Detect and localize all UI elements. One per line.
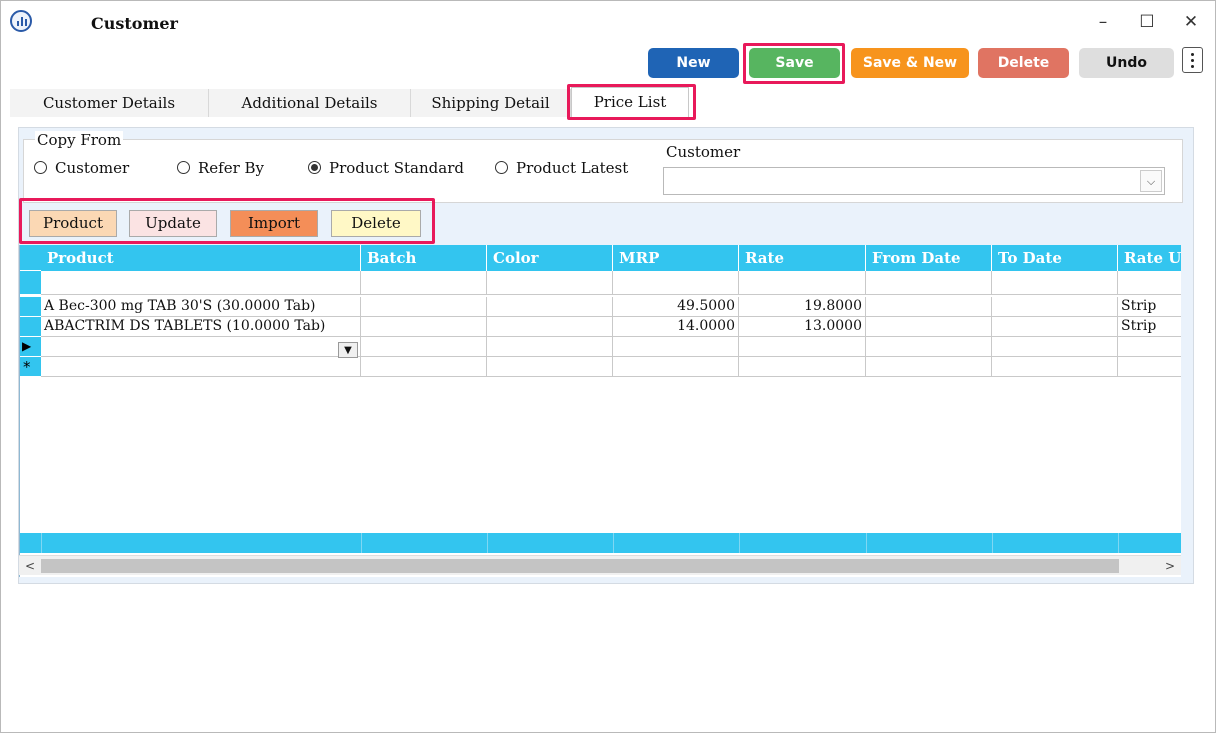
column-header-product[interactable]: Product (41, 245, 361, 271)
tab-customer-details[interactable]: Customer Details (10, 89, 209, 117)
grid-cell[interactable] (487, 317, 613, 337)
grid-cell[interactable]: A Bec-300 mg TAB 30'S (30.0000 Tab) (41, 297, 361, 317)
column-header-to-date[interactable]: To Date (992, 245, 1118, 271)
grid-cell[interactable] (739, 271, 866, 295)
radio-product-standard-label: Product Standard (329, 159, 464, 177)
grid-cell[interactable] (992, 357, 1118, 377)
grid-cell[interactable] (361, 317, 487, 337)
copy-from-legend: Copy From (35, 131, 124, 149)
grid-cell[interactable] (361, 337, 487, 357)
grid-cell[interactable] (992, 317, 1118, 337)
new-button[interactable]: New (648, 48, 739, 78)
current-row-icon: ▶ (22, 339, 32, 353)
grid-cell[interactable] (992, 337, 1118, 357)
scroll-left-icon[interactable]: < (21, 557, 39, 575)
minimize-icon[interactable]: – (1088, 10, 1118, 34)
grid-cell[interactable] (41, 337, 361, 357)
grid-cell[interactable] (866, 317, 992, 337)
delete-button[interactable]: Delete (978, 48, 1069, 78)
product-button[interactable]: Product (29, 210, 117, 237)
chevron-down-icon[interactable]: ⌵ (1140, 170, 1162, 192)
grid-cell[interactable] (1118, 357, 1181, 377)
grid-cell[interactable] (992, 297, 1118, 317)
radio-product-standard[interactable]: Product Standard (308, 159, 464, 177)
grid-cell[interactable] (866, 271, 992, 295)
radio-product-latest-circle (495, 161, 508, 174)
column-header-batch[interactable]: Batch (361, 245, 487, 271)
title-bar: Customer – ☐ ✕ (1, 1, 1215, 43)
row-header[interactable] (20, 317, 41, 337)
radio-customer-circle (34, 161, 47, 174)
grid-cell[interactable] (487, 297, 613, 317)
radio-refer-by-label: Refer By (198, 159, 265, 177)
save-and-new-button[interactable]: Save & New (851, 48, 969, 78)
grid-cell[interactable] (361, 357, 487, 377)
radio-product-latest[interactable]: Product Latest (495, 159, 628, 177)
grid-cell[interactable] (866, 297, 992, 317)
grid-cell[interactable] (613, 357, 739, 377)
grid-cell[interactable] (361, 297, 487, 317)
scroll-thumb[interactable] (41, 559, 1119, 573)
radio-product-latest-label: Product Latest (516, 159, 629, 177)
grid-cell[interactable] (739, 357, 866, 377)
grid-cell[interactable] (41, 271, 361, 295)
close-icon[interactable]: ✕ (1176, 10, 1206, 34)
grid-cell[interactable] (41, 357, 361, 377)
grid-cell[interactable]: 19.8000 (739, 297, 866, 317)
radio-product-standard-circle (308, 161, 321, 174)
grid-cell[interactable] (487, 357, 613, 377)
undo-button[interactable]: Undo (1079, 48, 1174, 78)
grid-cell[interactable] (613, 337, 739, 357)
grid-cell[interactable] (866, 337, 992, 357)
grid-cell[interactable] (487, 271, 613, 295)
grid-cell[interactable]: ABACTRIM DS TABLETS (10.0000 Tab) (41, 317, 361, 337)
column-header-rate[interactable]: Rate (739, 245, 866, 271)
grid-cell[interactable]: 14.0000 (613, 317, 739, 337)
update-button[interactable]: Update (129, 210, 217, 237)
grid-cell[interactable] (361, 271, 487, 295)
tab-shipping-detail[interactable]: Shipping Detail (411, 89, 571, 117)
grid-cell[interactable]: 13.0000 (739, 317, 866, 337)
radio-refer-by-circle (177, 161, 190, 174)
save-button[interactable]: Save (749, 48, 840, 78)
tab-additional-details[interactable]: Additional Details (209, 89, 411, 117)
product-dropdown-icon[interactable]: ▼ (338, 342, 358, 358)
delete-row-button[interactable]: Delete (331, 210, 421, 237)
maximize-icon[interactable]: ☐ (1132, 10, 1162, 34)
grid-cell[interactable] (613, 271, 739, 295)
column-header-from-date[interactable]: From Date (866, 245, 992, 271)
column-header-mrp[interactable]: MRP (613, 245, 739, 271)
price-list-highlight (567, 84, 696, 120)
column-header-color[interactable]: Color (487, 245, 613, 271)
price-list-grid[interactable]: Product Batch Color MRP Rate From Date To Date… (19, 245, 1181, 577)
more-options-icon[interactable] (1182, 47, 1203, 73)
grid-cell[interactable] (487, 337, 613, 357)
customer-window: Customer – ☐ ✕ New Save Save & New Delet… (0, 0, 1216, 733)
grid-cell[interactable] (739, 337, 866, 357)
window-title: Customer (91, 14, 178, 33)
row-header[interactable] (20, 297, 41, 317)
column-header-rate-un[interactable]: Rate Un (1118, 245, 1181, 271)
customer-select[interactable]: ⌵ (663, 167, 1165, 195)
grid-cell[interactable]: Strip (1118, 317, 1181, 337)
app-logo-icon (10, 10, 32, 32)
new-row-icon: * (23, 358, 31, 376)
radio-refer-by[interactable]: Refer By (177, 159, 264, 177)
grid-footer (20, 533, 1181, 553)
grid-cell[interactable] (992, 271, 1118, 295)
scroll-right-icon[interactable]: > (1161, 557, 1179, 575)
grid-cell[interactable] (1118, 271, 1181, 295)
radio-customer[interactable]: Customer (34, 159, 129, 177)
row-header[interactable] (20, 271, 41, 295)
horizontal-scrollbar[interactable]: < > (19, 555, 1181, 575)
grid-cell[interactable] (1118, 337, 1181, 357)
grid-corner (20, 245, 41, 271)
grid-cell[interactable]: 49.5000 (613, 297, 739, 317)
customer-label: Customer (666, 143, 741, 161)
import-button[interactable]: Import (230, 210, 318, 237)
radio-customer-label: Customer (55, 159, 130, 177)
grid-cell[interactable]: Strip (1118, 297, 1181, 317)
grid-cell[interactable] (866, 357, 992, 377)
